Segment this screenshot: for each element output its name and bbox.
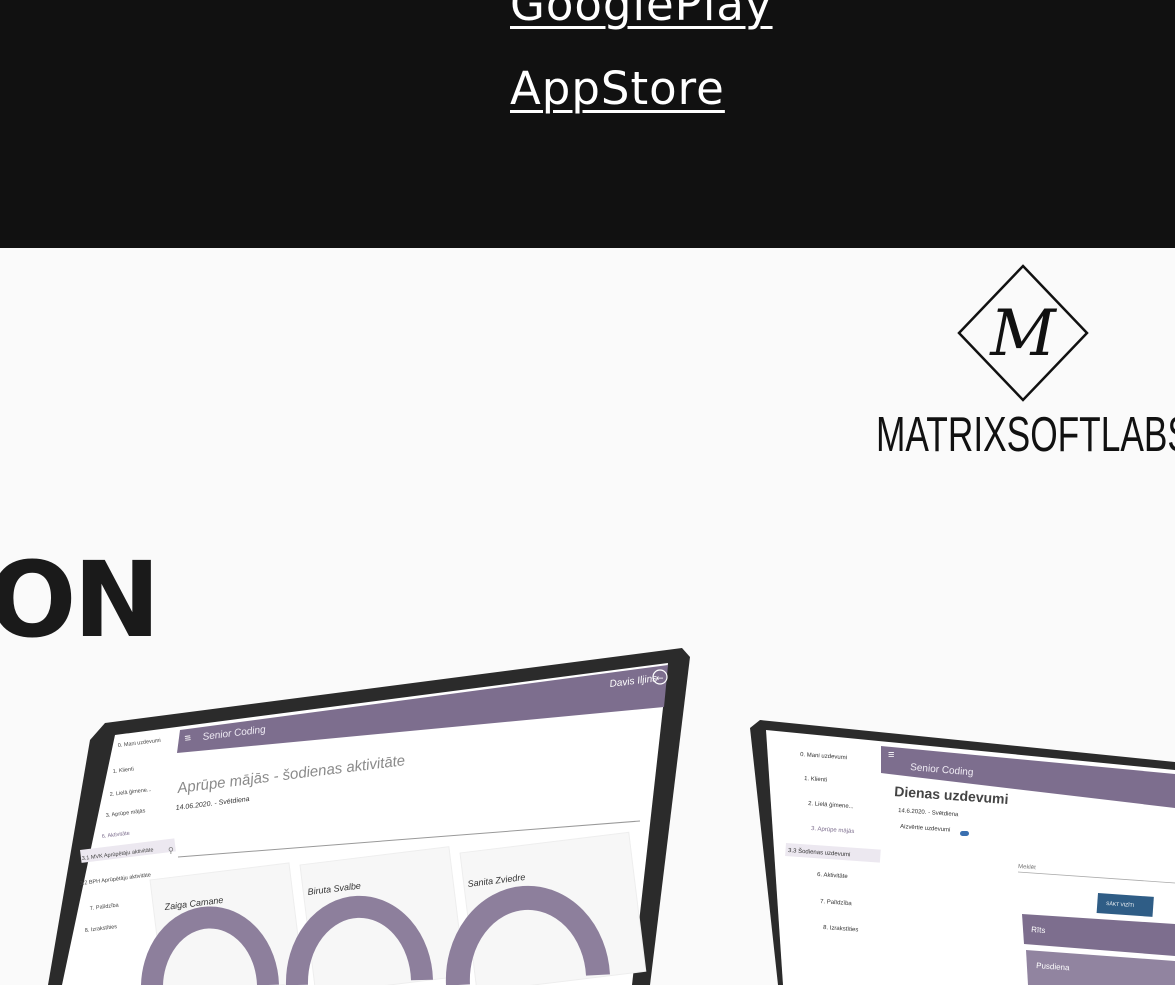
matrixsoftlabs-logo: M MATRIXSOFTLABS <box>870 262 1175 462</box>
googleplay-link[interactable]: GooglePlay <box>510 0 773 31</box>
laptop-mockup: ≡ Senior Coding 0. Mani uzdevumi 1. Klie… <box>750 720 1175 985</box>
brand-name: MATRIXSOFTLABS <box>876 408 1175 462</box>
section-morning-label: Rīts <box>1031 925 1046 935</box>
search-icon: ⚲ <box>168 846 174 855</box>
svg-text:←: ← <box>656 674 664 684</box>
appstore-link[interactable]: AppStore <box>510 62 725 115</box>
dark-footer-band <box>0 0 1175 248</box>
closed-tasks-toggle[interactable] <box>960 831 969 836</box>
logo-diamond-icon: M <box>957 264 1089 402</box>
section-heading-fragment: ON <box>0 539 160 661</box>
laptop-search-input[interactable]: Meklēt <box>1018 864 1036 871</box>
tablet-mockup: ≡ Senior Coding Davis Iljins ← 0. Mani u… <box>48 648 690 985</box>
laptop-menu-icon[interactable]: ≡ <box>888 749 894 761</box>
logo-letter: M <box>989 297 1057 371</box>
